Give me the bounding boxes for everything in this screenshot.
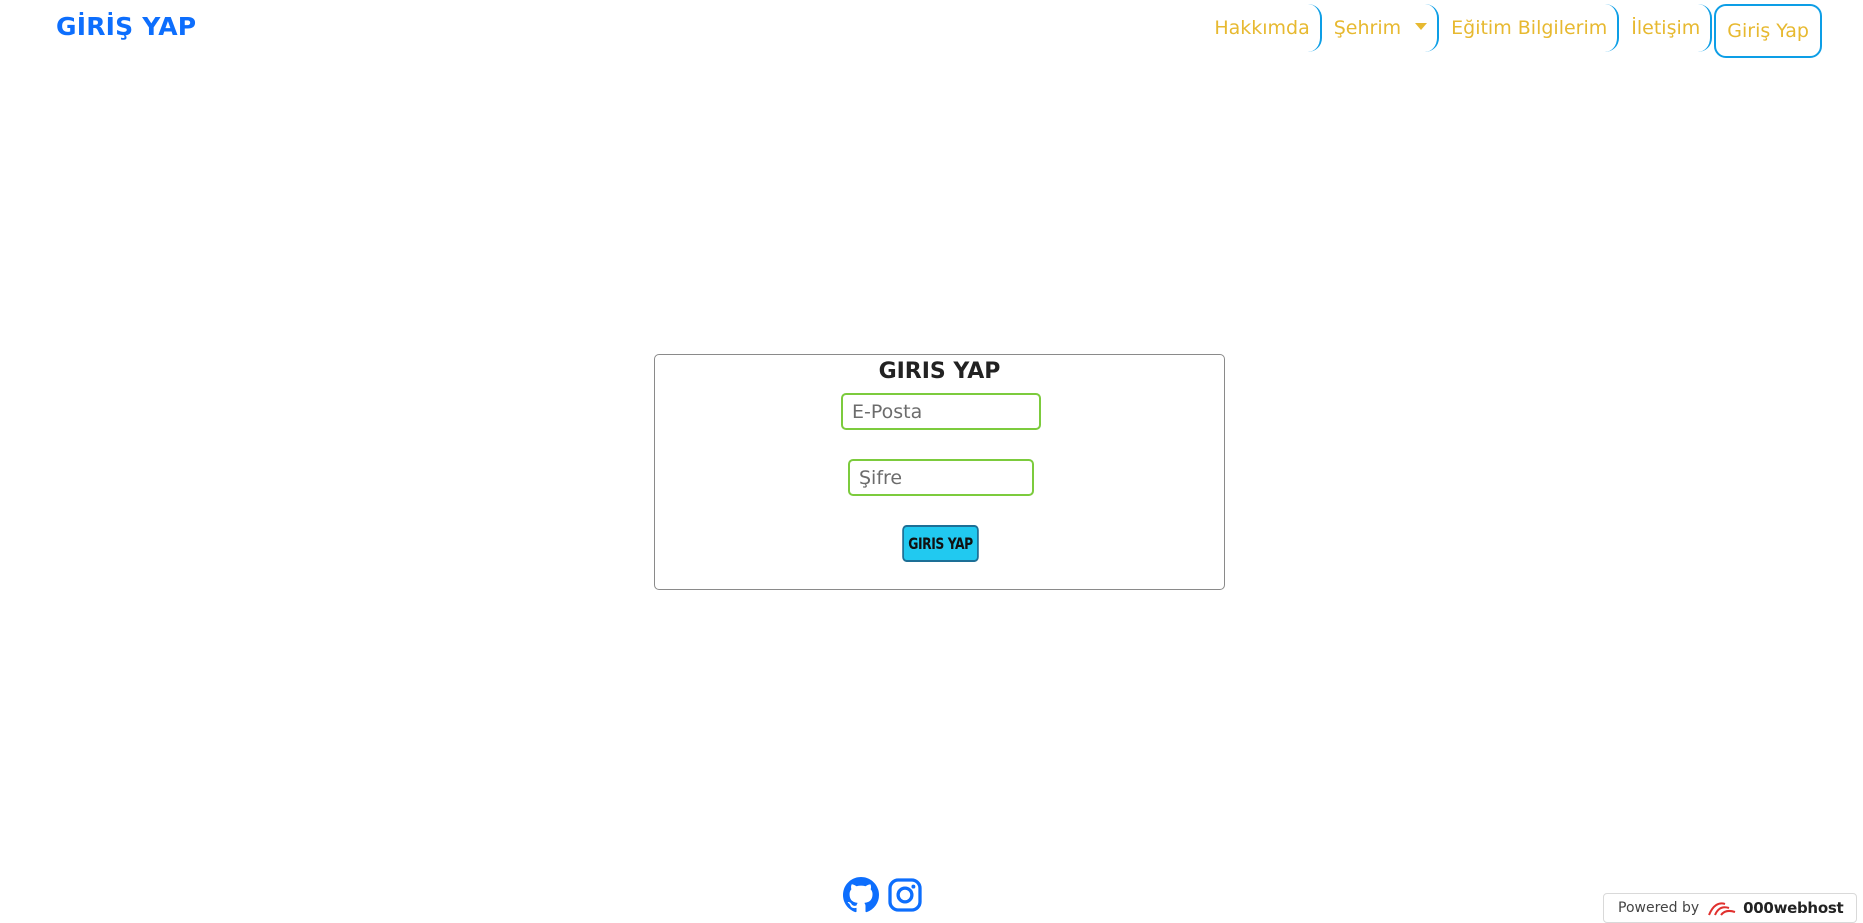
powered-by-brand: 000webhost (1743, 899, 1844, 917)
nav-item-label: Hakkımda (1214, 17, 1310, 39)
login-submit-button[interactable]: GIRIS YAP (902, 525, 979, 562)
password-field[interactable] (848, 459, 1034, 496)
login-title: GIRIS YAP (878, 359, 1001, 384)
powered-by-badge[interactable]: Powered by 000webhost (1603, 893, 1857, 923)
navbar: GİRİŞ YAP Hakkımda Şehrim Eğitim Bilgile… (0, 0, 1863, 62)
email-field[interactable] (841, 393, 1041, 430)
powered-by-label: Powered by (1618, 900, 1700, 916)
nav-item-label: İletişim (1631, 17, 1701, 39)
nav-item-giris-yap[interactable]: Giriş Yap (1714, 4, 1822, 58)
github-link[interactable] (843, 877, 879, 913)
webhost-logo-icon (1708, 902, 1736, 916)
caret-down-icon (1415, 22, 1428, 30)
login-form: GIRIS YAP GIRIS YAP (654, 354, 1225, 590)
nav-item-egitim-bilgilerim[interactable]: Eğitim Bilgilerim (1441, 4, 1620, 52)
nav-item-label: Şehrim (1333, 17, 1402, 39)
nav-item-label: Eğitim Bilgilerim (1451, 17, 1608, 39)
social-links (843, 877, 923, 913)
brand-link[interactable]: GİRİŞ YAP (56, 12, 196, 41)
instagram-link[interactable] (887, 877, 923, 913)
nav-item-label: Giriş Yap (1727, 20, 1809, 42)
nav-item-hakkimda[interactable]: Hakkımda (1204, 4, 1322, 52)
nav-list: Hakkımda Şehrim Eğitim Bilgilerim İletiş… (1204, 4, 1822, 58)
nav-item-sehrim-dropdown[interactable]: Şehrim (1324, 4, 1440, 52)
nav-item-iletisim[interactable]: İletişim (1621, 4, 1713, 52)
instagram-icon (888, 878, 922, 912)
github-icon (843, 877, 879, 913)
